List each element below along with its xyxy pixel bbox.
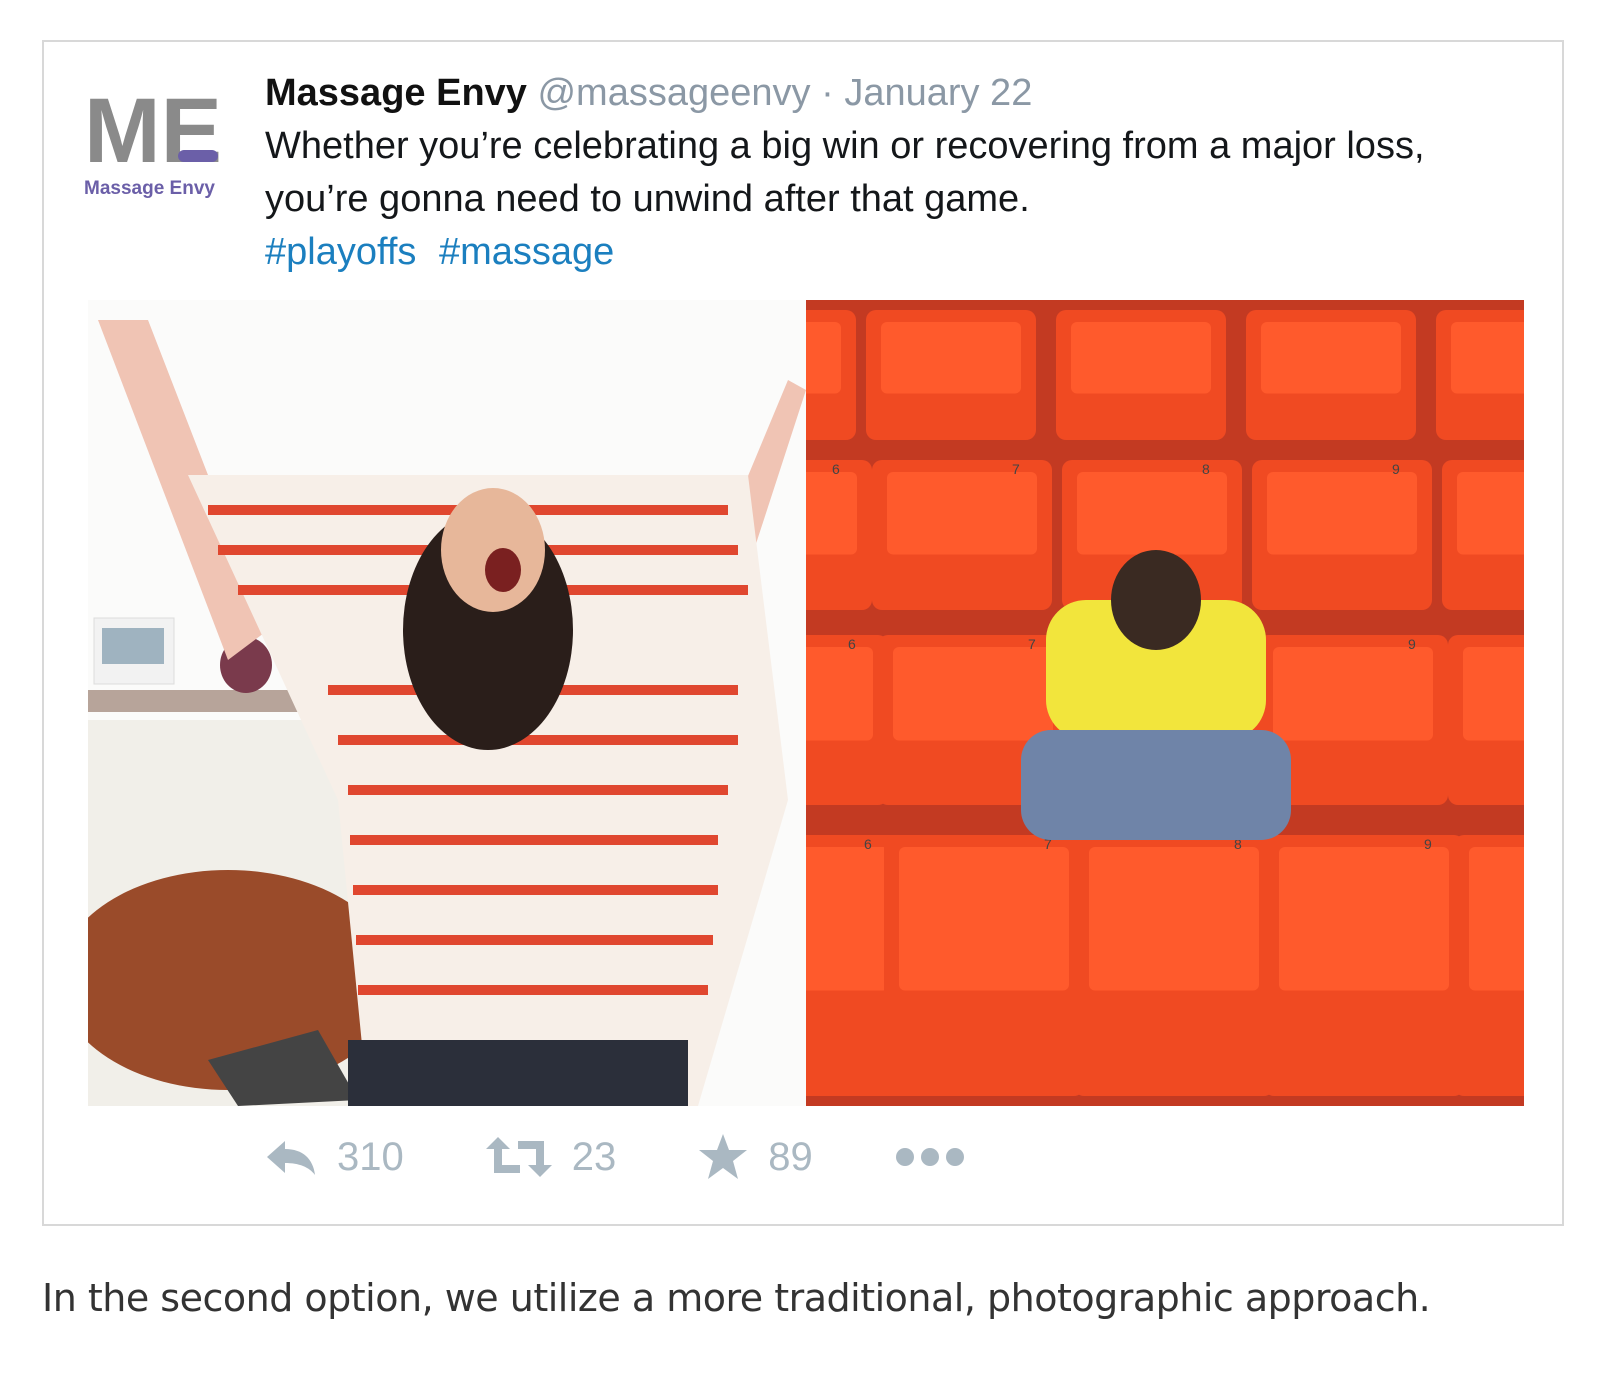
seat-back <box>806 472 857 555</box>
celebrating-woman-photo[interactable] <box>88 300 806 1106</box>
seat-back <box>893 647 1053 741</box>
retweet-count: 23 <box>571 1134 617 1179</box>
seated-fan-figure <box>1111 550 1201 650</box>
star-icon <box>699 1134 748 1179</box>
seat-back <box>1071 322 1211 394</box>
seat-number: 8 <box>1202 461 1210 477</box>
logo-brand-name: Massage Envy <box>84 178 215 199</box>
retweet-icon <box>485 1137 552 1177</box>
seat-back <box>1463 647 1524 741</box>
seat-back <box>887 472 1037 555</box>
reply-button[interactable]: 310 <box>265 1135 404 1180</box>
tweet-header: Massage Envy @massageenvy · January 22 <box>265 70 1032 116</box>
seat-back <box>1279 847 1449 991</box>
massage-envy-logo[interactable]: ME Massage Envy <box>84 80 234 212</box>
seat-back <box>806 647 873 741</box>
retweet-button[interactable]: 23 <box>485 1134 617 1180</box>
reply-icon <box>267 1141 315 1175</box>
header-separator: · <box>821 72 834 114</box>
seat-back <box>1261 322 1401 394</box>
seat-back <box>1273 647 1433 741</box>
seated-fan-figure <box>1021 730 1291 840</box>
more-button[interactable] <box>895 1147 985 1167</box>
seat-number: 9 <box>1392 461 1400 477</box>
favorite-count: 89 <box>768 1134 813 1179</box>
seat-back <box>1469 847 1524 991</box>
seat-back <box>1077 472 1227 555</box>
seat-back <box>881 322 1021 394</box>
seat-number: 9 <box>1408 636 1416 652</box>
disappointed-fan-stadium-photo[interactable]: 678996789967899 <box>806 300 1524 1106</box>
seat-number: 6 <box>848 636 856 652</box>
seat-number: 6 <box>864 836 872 852</box>
logo-smile-mark <box>178 150 218 162</box>
seat-number: 6 <box>832 461 840 477</box>
author-name[interactable]: Massage Envy <box>265 72 527 114</box>
seat-back <box>806 847 889 991</box>
seat-back <box>806 322 841 394</box>
tweet-media: 678996789967899 <box>88 300 1524 1106</box>
seat-back <box>1267 472 1417 555</box>
favorite-button[interactable]: 89 <box>698 1133 813 1181</box>
hashtag-list: #playoffs #massage <box>265 226 626 279</box>
author-handle[interactable]: @massageenvy <box>537 72 810 114</box>
seat-back <box>1451 322 1524 394</box>
more-dots-icon <box>895 1148 964 1166</box>
hashtag-playoffs[interactable]: #playoffs <box>265 231 416 273</box>
logo-letters: ME <box>84 82 222 182</box>
tweet-actions: 310 23 89 <box>265 1132 1067 1182</box>
seat-back <box>1457 472 1524 555</box>
hashtag-massage[interactable]: #massage <box>439 231 614 273</box>
seat-number: 7 <box>1012 461 1020 477</box>
seat-number: 9 <box>1424 836 1432 852</box>
tweet-date[interactable]: January 22 <box>844 72 1032 114</box>
reply-count: 310 <box>337 1134 404 1179</box>
seat-number: 7 <box>1028 636 1036 652</box>
figure-caption: In the second option, we utilize a more … <box>42 1276 1431 1320</box>
seat-back <box>899 847 1069 991</box>
seat-back <box>1089 847 1259 991</box>
tweet-text: Whether you’re celebrating a big win or … <box>265 125 1425 220</box>
